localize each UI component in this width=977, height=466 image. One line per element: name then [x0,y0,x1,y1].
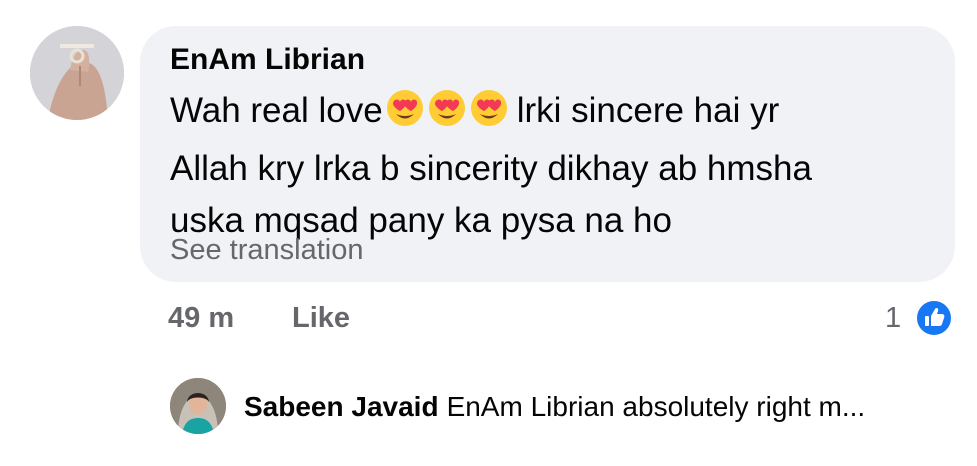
reaction-count[interactable]: 1 [885,300,901,336]
comment-line-1: Wah real love lrki sincere hai yr [170,85,930,143]
see-translation-link[interactable]: See translation [170,232,363,268]
heart-eyes-emoji-icon [386,90,423,126]
like-reaction-icon[interactable] [915,299,953,337]
reply-author-name[interactable]: Sabeen Javaid [244,391,439,422]
reply-author-avatar[interactable] [170,378,226,434]
emoji-group [385,88,511,143]
commenter-avatar[interactable] [30,26,124,120]
comment-author-name[interactable]: EnAm Librian [170,42,365,78]
comment-timestamp[interactable]: 49 m [168,300,234,336]
reply-preview[interactable]: Sabeen Javaid EnAm Librian absolutely rig… [244,389,865,425]
comment-line-2: Allah kry lrka b sincerity dikhay ab hms… [170,149,812,188]
heart-eyes-emoji-icon [428,90,465,126]
comment-body: Wah real love lrki sincere hai yr Allah k… [170,85,930,247]
reply-preview-text: EnAm Librian absolutely right m... [446,391,866,422]
like-button[interactable]: Like [292,300,350,336]
reply-avatar-photo [170,378,226,434]
comment-bubble: EnAm Librian Wah real love lrki sincere h… [140,26,955,282]
comment-text-after-emoji: lrki sincere hai yr [516,91,780,130]
thumbs-up-icon [915,299,953,337]
comment-text-before-emoji: Wah real love [170,91,383,130]
hand-ring-photo [30,26,124,120]
heart-eyes-emoji-icon [470,90,507,126]
